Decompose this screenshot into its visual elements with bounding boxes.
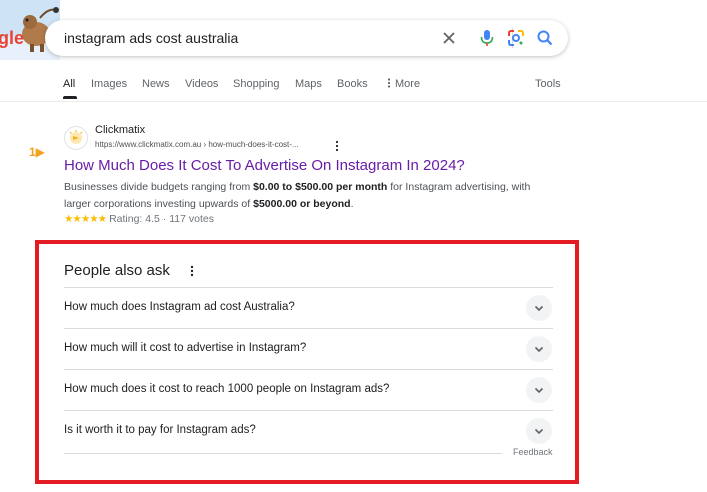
result-annotation-marker: 1▶ bbox=[29, 145, 45, 159]
tab-more[interactable]: More bbox=[387, 78, 420, 90]
snippet-bold: $0.00 to $500.00 per month bbox=[253, 181, 388, 193]
result-rating: ★★★★★ Rating: 4.5 · 117 votes bbox=[64, 213, 214, 225]
snippet-end: . bbox=[350, 198, 354, 210]
tab-news[interactable]: News bbox=[142, 78, 170, 90]
tab-maps[interactable]: Maps bbox=[295, 78, 322, 90]
paa-item[interactable]: How much does Instagram ad cost Australi… bbox=[64, 287, 553, 328]
paa-item[interactable]: Is it worth it to pay for Instagram ads? bbox=[64, 410, 553, 451]
snippet-bold-2: $5000.00 or beyond bbox=[253, 198, 351, 210]
chevron-down-icon[interactable] bbox=[526, 336, 552, 362]
tab-all[interactable]: All bbox=[63, 78, 75, 90]
chevron-down-icon[interactable] bbox=[526, 295, 552, 321]
tab-books[interactable]: Books bbox=[337, 78, 368, 90]
paa-question: How much will it cost to advertise in In… bbox=[64, 342, 307, 354]
search-box[interactable]: instagram ads cost australia bbox=[45, 20, 568, 56]
feedback-link[interactable]: Feedback bbox=[513, 447, 553, 457]
rating-stars-icon: ★★★★★ bbox=[64, 213, 107, 225]
tab-more-label: More bbox=[395, 78, 421, 90]
paa-item[interactable]: How much does it cost to reach 1000 peop… bbox=[64, 369, 553, 410]
paa-divider bbox=[64, 453, 502, 454]
paa-question: How much does Instagram ad cost Australi… bbox=[64, 301, 295, 313]
paa-question: Is it worth it to pay for Instagram ads? bbox=[64, 424, 256, 436]
search-icon[interactable] bbox=[535, 28, 555, 48]
paa-options-icon[interactable] bbox=[190, 264, 194, 278]
chevron-down-icon[interactable] bbox=[526, 377, 552, 403]
result-title-link[interactable]: How Much Does It Cost To Advertise On In… bbox=[64, 157, 465, 174]
site-name[interactable]: Clickmatix bbox=[95, 124, 145, 136]
paa-list: How much does Instagram ad cost Australi… bbox=[64, 287, 553, 451]
snippet-text: Businesses divide budgets ranging from bbox=[64, 181, 254, 193]
tab-tools[interactable]: Tools bbox=[535, 78, 561, 90]
tab-all-underline bbox=[63, 96, 77, 99]
mic-icon[interactable] bbox=[477, 28, 497, 48]
site-url[interactable]: https://www.clickmatix.com.au › how-much… bbox=[95, 140, 299, 149]
clear-icon[interactable] bbox=[439, 28, 459, 48]
kebab-icon bbox=[387, 78, 391, 88]
lens-icon[interactable] bbox=[506, 28, 526, 48]
tab-images[interactable]: Images bbox=[91, 78, 127, 90]
paa-item[interactable]: How much will it cost to advertise in In… bbox=[64, 328, 553, 369]
logo-text: gle bbox=[0, 28, 25, 48]
paa-question: How much does it cost to reach 1000 peop… bbox=[64, 383, 390, 395]
search-input[interactable]: instagram ads cost australia bbox=[64, 30, 238, 46]
site-favicon bbox=[64, 126, 88, 150]
tab-shopping[interactable]: Shopping bbox=[233, 78, 280, 90]
tabs-divider bbox=[0, 101, 707, 102]
chevron-down-icon[interactable] bbox=[526, 418, 552, 444]
paa-title: People also ask bbox=[64, 262, 170, 279]
tab-videos[interactable]: Videos bbox=[185, 78, 218, 90]
rating-text: Rating: 4.5 · 117 votes bbox=[109, 213, 214, 225]
result-snippet: Businesses divide budgets ranging from $… bbox=[64, 179, 534, 213]
result-options-icon[interactable] bbox=[335, 139, 339, 152]
